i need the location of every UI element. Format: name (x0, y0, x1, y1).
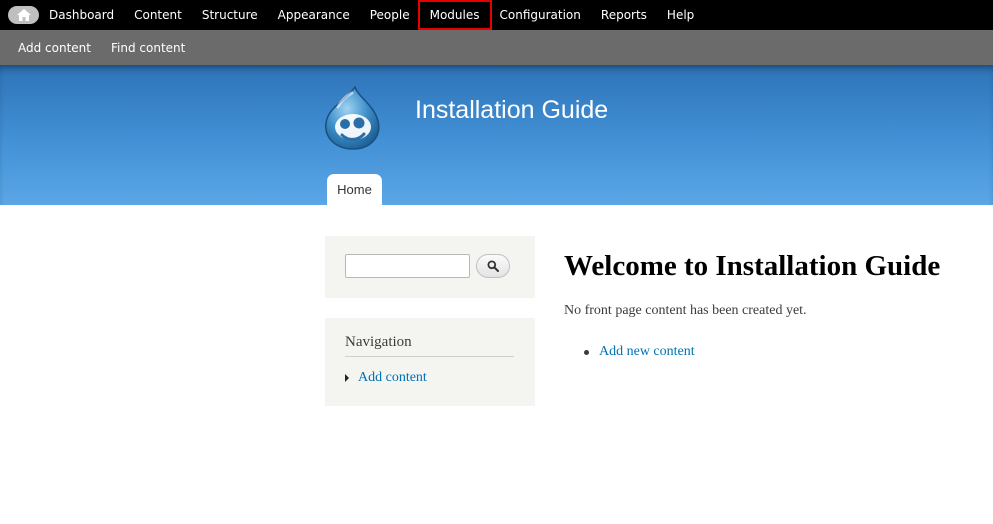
toolbar-item-people[interactable]: People (360, 0, 420, 30)
toolbar-item-content[interactable]: Content (124, 0, 192, 30)
bullet-icon (584, 349, 589, 355)
toolbar-item-appearance[interactable]: Appearance (268, 0, 360, 30)
toolbar-item-help[interactable]: Help (657, 0, 704, 30)
search-button[interactable] (476, 254, 510, 278)
site-header: Installation Guide Home (0, 65, 993, 205)
shortcut-add-content[interactable]: Add content (8, 41, 101, 55)
navigation-block: Navigation Add content (325, 318, 535, 406)
toolbar-item-configuration[interactable]: Configuration (490, 0, 591, 30)
triangle-bullet-icon (345, 374, 349, 382)
search-icon (487, 260, 499, 272)
empty-front-page-message: No front page content has been created y… (564, 303, 807, 318)
home-icon (16, 9, 31, 21)
shortcut-find-content[interactable]: Find content (101, 41, 195, 55)
drupal-drop-logo[interactable] (322, 85, 384, 151)
navigation-item: Add content (345, 370, 427, 386)
toolbar-item-modules[interactable]: Modules (418, 0, 492, 30)
admin-toolbar: Dashboard Content Structure Appearance P… (0, 0, 993, 30)
list-item: Add new content (584, 344, 695, 360)
toolbar-menu: Dashboard Content Structure Appearance P… (39, 0, 704, 30)
navigation-title: Navigation (345, 334, 514, 357)
toolbar-item-dashboard[interactable]: Dashboard (39, 0, 124, 30)
toolbar-item-structure[interactable]: Structure (192, 0, 268, 30)
toolbar-item-reports[interactable]: Reports (591, 0, 657, 30)
site-name[interactable]: Installation Guide (415, 96, 608, 125)
page-title: Welcome to Installation Guide (564, 250, 941, 282)
add-new-content-link[interactable]: Add new content (599, 344, 695, 360)
shortcut-bar: Add content Find content (0, 30, 993, 65)
search-block (325, 236, 535, 298)
search-input[interactable] (345, 254, 470, 278)
nav-link-add-content[interactable]: Add content (358, 370, 427, 386)
tab-home[interactable]: Home (327, 174, 382, 205)
home-button[interactable] (8, 6, 39, 24)
